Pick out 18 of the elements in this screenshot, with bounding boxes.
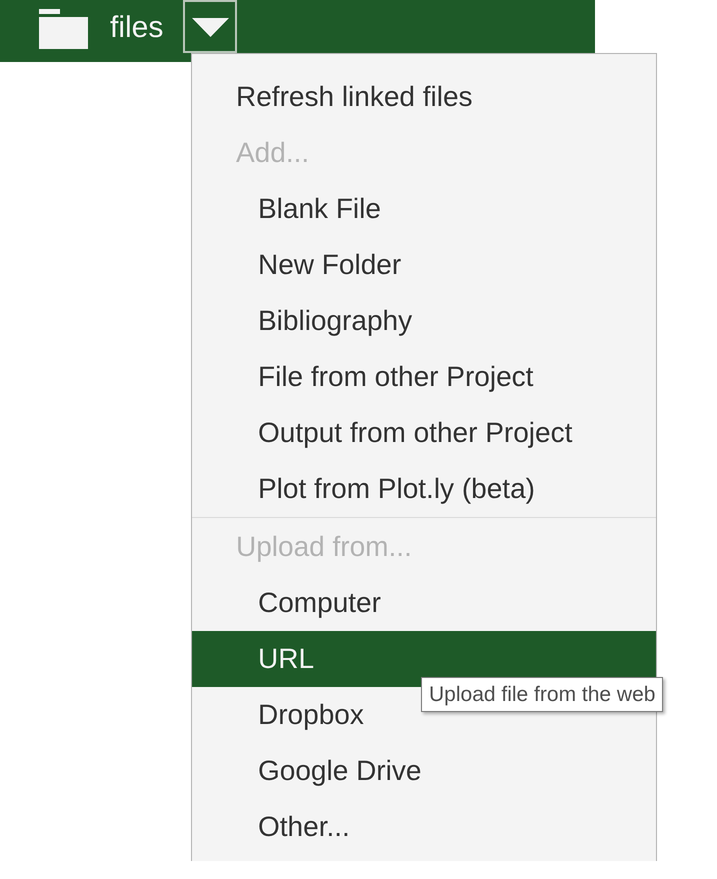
dropdown-button[interactable] <box>183 0 238 53</box>
tooltip: Upload file from the web <box>421 677 664 712</box>
menu-item[interactable]: URL <box>192 631 656 687</box>
menu-item[interactable]: Blank File <box>192 181 656 237</box>
menu-item[interactable]: Google Drive <box>192 743 656 799</box>
menu-item[interactable]: Plot from Plot.ly (beta) <box>192 461 656 517</box>
menu-item[interactable]: Other... <box>192 799 656 855</box>
menu-item[interactable]: Computer <box>192 575 656 631</box>
menu-item[interactable]: File from other Project <box>192 349 656 405</box>
menu-item[interactable]: Output from other Project <box>192 405 656 461</box>
folder-icon <box>39 9 88 49</box>
menu-item[interactable]: New Folder <box>192 237 656 293</box>
menu-heading: Upload from... <box>235 530 413 564</box>
menu-item[interactable]: Refresh linked files <box>192 69 656 125</box>
caret-icon <box>192 18 229 37</box>
menu-item[interactable]: Bibliography <box>192 293 656 349</box>
menu-heading: Add... <box>235 136 310 170</box>
section-title: files <box>110 10 164 46</box>
